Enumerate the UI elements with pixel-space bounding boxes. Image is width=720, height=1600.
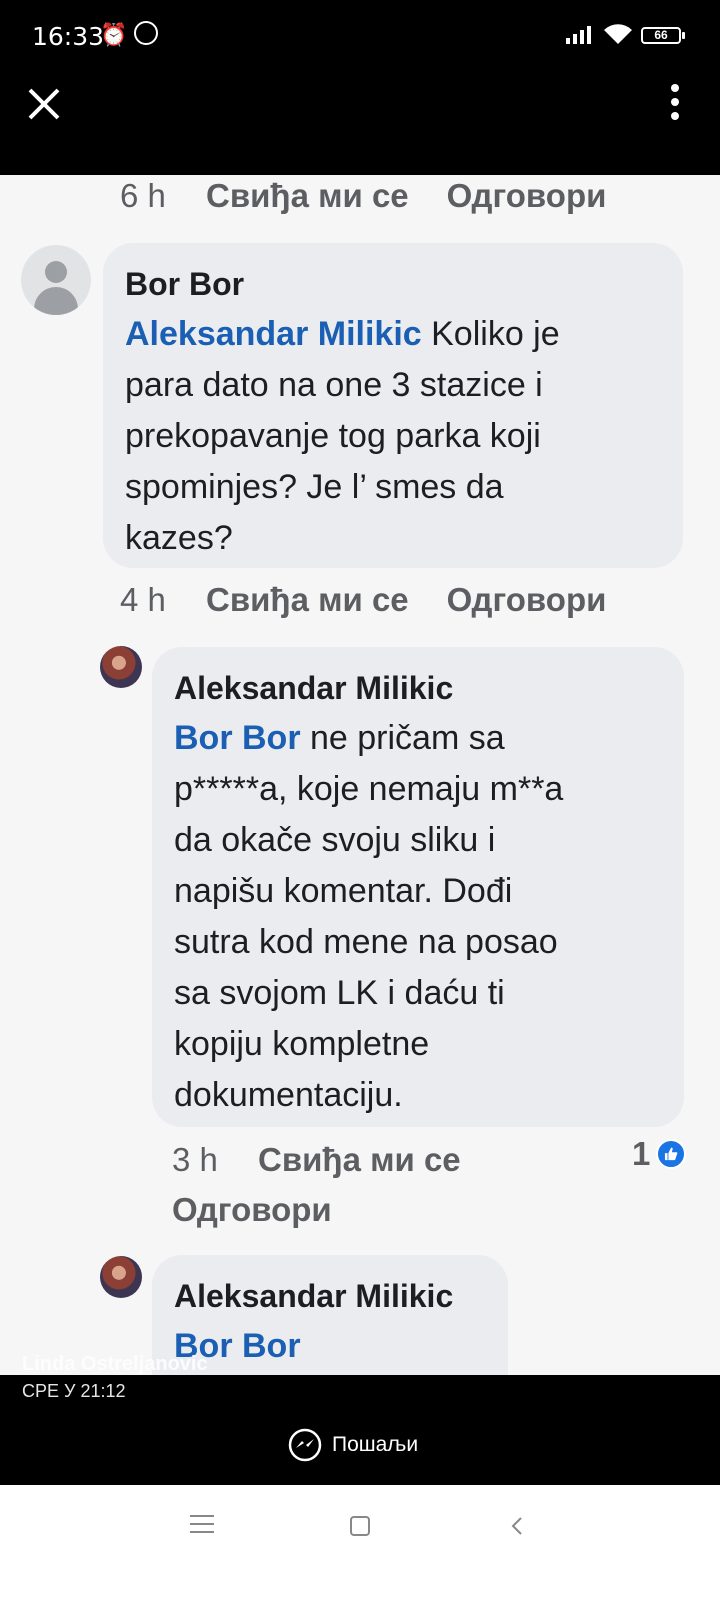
comment-text: Bor Bor <box>174 1321 486 1372</box>
avatar[interactable] <box>100 1256 142 1298</box>
comment-text: Aleksandar Milikic Koliko je para dato n… <box>125 309 661 564</box>
more-options-icon[interactable] <box>660 84 690 128</box>
alarm-icon: ⏰ <box>100 22 128 47</box>
send-button[interactable]: Пошаљи <box>288 1425 418 1465</box>
shared-image: 6 h Свиђа ми се Одговори Bor Bor Aleksanda… <box>0 175 720 1375</box>
sent-date: СРЕ У 21:12 <box>22 1381 126 1401</box>
wifi-icon <box>604 24 632 44</box>
comment-body: ne pričam sa p*****a, koje nemaju m**a d… <box>174 719 564 1114</box>
reaction-count[interactable]: 1 <box>632 1135 650 1173</box>
avatar-placeholder-icon[interactable] <box>21 245 91 315</box>
thumbs-up-icon <box>656 1139 686 1169</box>
sender-name: Linda Ostreljanovic <box>22 1353 208 1375</box>
comment-time: 6 h <box>120 177 166 214</box>
avatar[interactable] <box>100 646 142 688</box>
viber-icon <box>134 21 158 45</box>
comment-author[interactable]: Aleksandar Milikic <box>174 1271 486 1321</box>
comment-author[interactable]: Bor Bor <box>125 259 661 309</box>
like-button[interactable]: Свиђа ми се <box>206 581 409 619</box>
reply-button[interactable]: Одговори <box>447 177 607 214</box>
like-button[interactable]: Свиђа ми се <box>258 1141 461 1179</box>
recent-apps-icon[interactable] <box>190 1515 214 1539</box>
comment-bubble: Aleksandar Milikic Bor Bor ne pričam sa … <box>152 647 684 1127</box>
send-label: Пошаљи <box>332 1433 419 1456</box>
reply-button[interactable]: Одговори <box>172 1191 332 1228</box>
mention-link[interactable]: Bor Bor <box>174 719 301 757</box>
messenger-icon <box>288 1428 322 1462</box>
back-icon[interactable] <box>508 1516 528 1536</box>
navigation-bar <box>0 1485 720 1600</box>
comment-time: 4 h <box>120 581 166 618</box>
comment-time: 3 h <box>172 1141 218 1178</box>
comment-text: Bor Bor ne pričam sa p*****a, koje nemaj… <box>174 713 662 1121</box>
comment-bubble: Bor Bor Aleksandar Milikic Koliko je par… <box>103 243 683 568</box>
comment-meta-row2: Одговори <box>172 1191 332 1229</box>
mention-link[interactable]: Aleksandar Milikic <box>125 315 422 353</box>
comment-author[interactable]: Aleksandar Milikic <box>174 663 662 713</box>
close-icon[interactable] <box>24 84 64 124</box>
status-bar: 16:33 ⏰ 66 <box>0 0 720 70</box>
viewer-toolbar <box>0 70 720 175</box>
home-icon[interactable] <box>350 1516 370 1536</box>
reply-button[interactable]: Одговори <box>447 581 607 618</box>
comment-meta: 6 h Свиђа ми се Одговори <box>120 177 606 215</box>
comment-meta: 4 h Свиђа ми се Одговори <box>120 581 606 619</box>
battery-icon: 66 <box>641 27 685 44</box>
signal-icon <box>566 26 591 44</box>
like-button[interactable]: Свиђа ми се <box>206 177 409 215</box>
status-time: 16:33 <box>32 22 105 51</box>
comment-meta: 3 h Свиђа ми се <box>172 1141 499 1179</box>
